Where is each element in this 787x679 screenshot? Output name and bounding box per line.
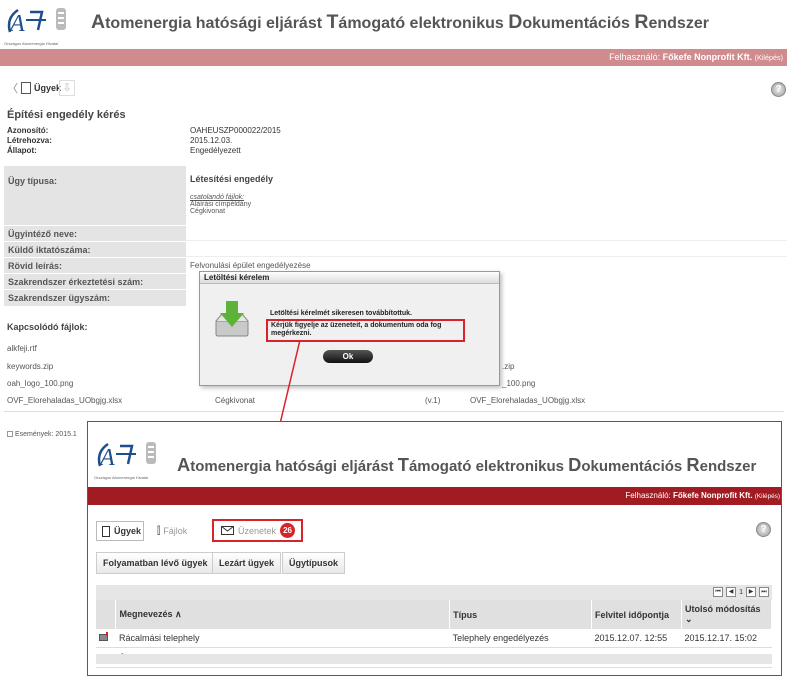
logo-caption: Országos Atomenergia Hivatal — [94, 475, 149, 480]
chevron-left-icon: 〈 — [7, 83, 18, 95]
user-label: Felhasználó: — [609, 52, 661, 62]
mailbox-icon — [99, 632, 108, 641]
oah-logo: A Országos Atomenergia Hivatal — [94, 438, 164, 480]
help-icon[interactable]: ? — [771, 82, 786, 97]
column-header-felvitel[interactable]: Felvitel időpontja — [591, 600, 682, 629]
file-link[interactable]: .zip — [502, 362, 514, 371]
svg-text:A: A — [98, 445, 115, 470]
user-name: Főkefe Nonprofit Kft. — [673, 491, 753, 500]
chevron-down-icon: ⌄ — [684, 614, 693, 624]
download-request-dialog: Letöltési kérelem Letöltési kérelmét sik… — [199, 271, 500, 386]
next-page-icon[interactable]: ▶ — [746, 587, 756, 597]
file-link[interactable]: _100.png — [502, 379, 535, 388]
page-number: 1 — [739, 588, 743, 596]
ok-button[interactable]: Ok — [323, 350, 373, 363]
table-footer — [96, 654, 772, 664]
file-link[interactable]: OVF_Elorehaladas_UObgjg.xlsx — [7, 396, 122, 405]
ongoing-cases-button[interactable]: Folyamatban lévő ügyek — [96, 552, 215, 574]
dialog-title: Letöltési kérelem — [200, 272, 499, 284]
app-title: Atomenergia hatósági eljárást Támogató e… — [177, 454, 757, 475]
svg-text:A: A — [8, 11, 25, 36]
tab-ugyek[interactable]: 〈 Ügyek — [7, 79, 61, 97]
tab-fajlok[interactable]: ⫿ Fájlok — [149, 521, 207, 541]
column-header-tipus[interactable]: Típus — [449, 600, 593, 629]
file-version: (v.1) — [425, 396, 441, 405]
document-icon — [102, 525, 110, 537]
logout-link[interactable]: (Kilépés) — [755, 493, 780, 500]
last-page-icon[interactable]: ⏭ — [759, 587, 769, 597]
oah-logo-icon: A — [7, 8, 66, 37]
dialog-message-2: Kérjük figyelje az üzeneteit, a dokument… — [266, 319, 465, 342]
envelope-icon — [221, 526, 234, 535]
prev-page-icon[interactable]: ◀ — [726, 587, 737, 597]
oah-logo-icon: A — [97, 442, 156, 471]
case-created: 2015.12.07. 12:55 — [591, 629, 682, 648]
app-title: Atomenergia hatósági eljárást Támogató e… — [91, 11, 709, 33]
user-bar: Felhasználó: Főkefe Nonprofit Kft. (Kilé… — [0, 49, 787, 66]
zoomed-screen: A Országos Atomenergia Hivatal Atomenerg… — [87, 421, 782, 676]
tab-uzenetek[interactable]: Üzenetek 26 — [212, 519, 303, 542]
first-page-icon[interactable]: ⏮ — [713, 587, 724, 597]
divider — [4, 411, 784, 412]
page-heading: Építési engedély kérés — [7, 109, 126, 121]
sort-up-icon: ∧ — [175, 609, 182, 619]
logo-caption: Országos Atomenergia Hivatal — [4, 41, 59, 46]
user-bar: Felhasználó: Főkefe Nonprofit Kft. (Kilé… — [88, 487, 781, 505]
unread-count-badge: 26 — [280, 523, 296, 538]
file-type: Cégkivonat — [215, 396, 256, 405]
download-tray-icon — [213, 299, 251, 344]
pager-bar: ⏮ ◀ 1 ▶ ⏭ — [96, 585, 772, 600]
dialog-message-1: Letöltési kérelmét sikeresen továbbított… — [270, 310, 412, 317]
file-link[interactable]: alkfeji.rtf — [7, 344, 37, 353]
column-header-megnevezes[interactable]: Megnevezés ∧ — [115, 600, 451, 629]
paperclip-icon: ⫿ — [157, 525, 161, 537]
logout-link[interactable]: (Kilépés) — [755, 53, 783, 62]
column-header-utolso[interactable]: Utolsó módosítás ⌄ — [681, 600, 773, 629]
case-name[interactable]: Rácalmási telephely — [115, 629, 450, 648]
case-types-button[interactable]: Ügytípusok — [282, 552, 346, 574]
user-name: Főkefe Nonprofit Kft. — [662, 52, 753, 62]
file-link[interactable]: oah_logo_100.png — [7, 379, 73, 388]
closed-cases-button[interactable]: Lezárt ügyek — [212, 552, 282, 574]
user-label: Felhasználó: — [625, 491, 671, 500]
help-icon[interactable]: ? — [756, 522, 771, 537]
case-modified: 2015.12.17. 15:02 — [681, 629, 772, 648]
file-link[interactable]: keywords.zip — [7, 362, 53, 371]
oah-logo: A Országos Atomenergia Hivatal — [4, 4, 74, 46]
case-meta: Azonosító: OAHEUSZP000022/2015 Létrehozva… — [7, 126, 281, 155]
download-icon[interactable]: ⇩ — [59, 80, 75, 96]
table-row[interactable]: Rácalmási telephely Telephely engedélyez… — [96, 629, 772, 648]
events-line[interactable]: Események: 2015.1 — [7, 431, 77, 438]
files-heading: Kapcsolódó fájlok: — [7, 322, 88, 332]
file-link[interactable]: OVF_Elorehaladas_UObgjg.xlsx — [470, 396, 585, 405]
tab-ugyek[interactable]: Ügyek — [96, 521, 144, 541]
case-type: Telephely engedélyezés — [449, 629, 592, 648]
document-icon — [21, 82, 31, 94]
